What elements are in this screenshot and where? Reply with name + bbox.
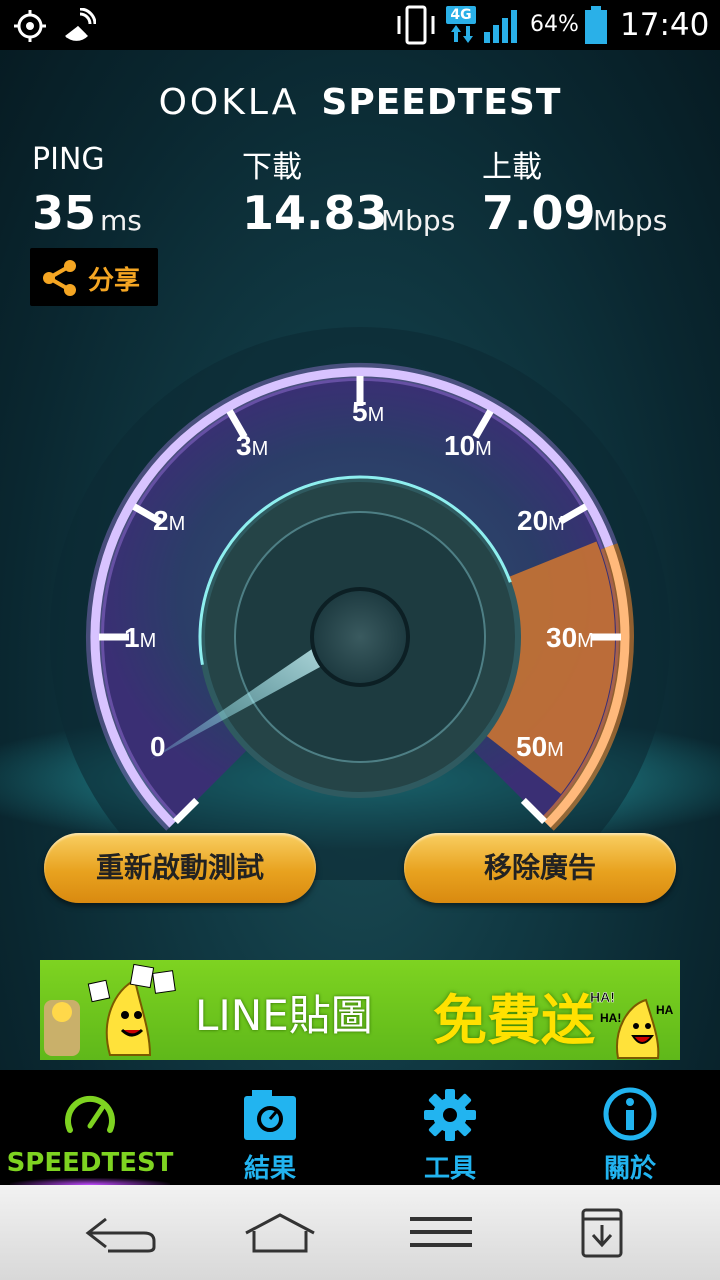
speed-gauge: 0 1M 2M 3M 5M 10M 20M 30M 50M [0,327,720,880]
share-icon [43,260,76,296]
upload-graph [485,257,661,307]
ookla-brand: OOKLA [158,82,300,123]
app-logo: OOKLA SPEEDTEST [0,82,720,123]
data-arrows-icon [451,25,473,43]
download-unit: Mbps [381,204,456,237]
tab-about-label: 關於 [603,1154,656,1184]
tab-tools[interactable]: 工具 [360,1070,540,1185]
gps-icon [14,10,46,42]
battery-percent: 64% [530,12,579,37]
remove-ads-button[interactable]: 移除廣告 [404,833,676,903]
tick-label-0: 0 [150,731,166,762]
status-bar: 4G 64% 17:40 [0,0,720,50]
download-graph [241,260,421,307]
upload-unit: Mbps [593,204,668,237]
svg-text:HA!: HA! [600,1011,621,1025]
tab-about[interactable]: 關於 [540,1070,720,1185]
upload-value: 7.09 [482,186,596,240]
download-label: 下載 [242,150,302,185]
tab-speedtest[interactable]: SPEEDTEST [0,1070,180,1185]
ad-banner[interactable]: LINE貼圖 免費送 HA! HA! HA [40,960,680,1060]
ad-text-highlight: 免費送 [433,989,595,1052]
tab-speedtest-label: SPEEDTEST [6,1148,174,1178]
active-tab-indicator [10,1178,170,1185]
back-icon[interactable] [84,1213,158,1253]
svg-text:HA!: HA! [590,989,615,1005]
ping-label: PING [32,142,105,177]
menu-icon[interactable] [408,1215,474,1249]
battery-icon [585,6,607,44]
download-value: 14.83 [242,186,388,240]
bottom-tab-bar: SPEEDTEST 結果 工具 關於 [0,1070,720,1185]
download-icon[interactable] [580,1207,624,1259]
ad-text-main: LINE貼圖 [195,991,373,1040]
tab-results-label: 結果 [243,1154,296,1184]
clock: 17:40 [620,7,710,43]
system-nav-bar [0,1185,720,1280]
ping-value: 35 [32,186,97,240]
speedtest-title: SPEEDTEST [321,82,562,123]
signal-icon [484,10,517,43]
results-icon [244,1090,296,1140]
gauge-hub [310,587,410,687]
vibrate-icon [397,5,435,45]
banana-laughing-illustration: HA! HA! HA [590,989,674,1059]
banana-character-illustration [44,963,176,1056]
share-label: 分享 [88,266,141,296]
gear-icon [424,1089,476,1141]
home-icon[interactable] [242,1211,318,1255]
share-button[interactable]: 分享 [30,248,158,306]
ping-unit: ms [100,204,142,237]
network-4g-icon: 4G [446,6,476,24]
tab-results[interactable]: 結果 [180,1070,360,1185]
restart-test-button[interactable]: 重新啟動測試 [44,833,316,903]
svg-text:HA: HA [656,1003,674,1017]
upload-label: 上載 [482,150,542,185]
satellite-dish-icon [65,8,96,41]
info-icon [603,1087,657,1141]
tab-tools-label: 工具 [423,1154,476,1184]
speedometer-icon [65,1095,115,1133]
